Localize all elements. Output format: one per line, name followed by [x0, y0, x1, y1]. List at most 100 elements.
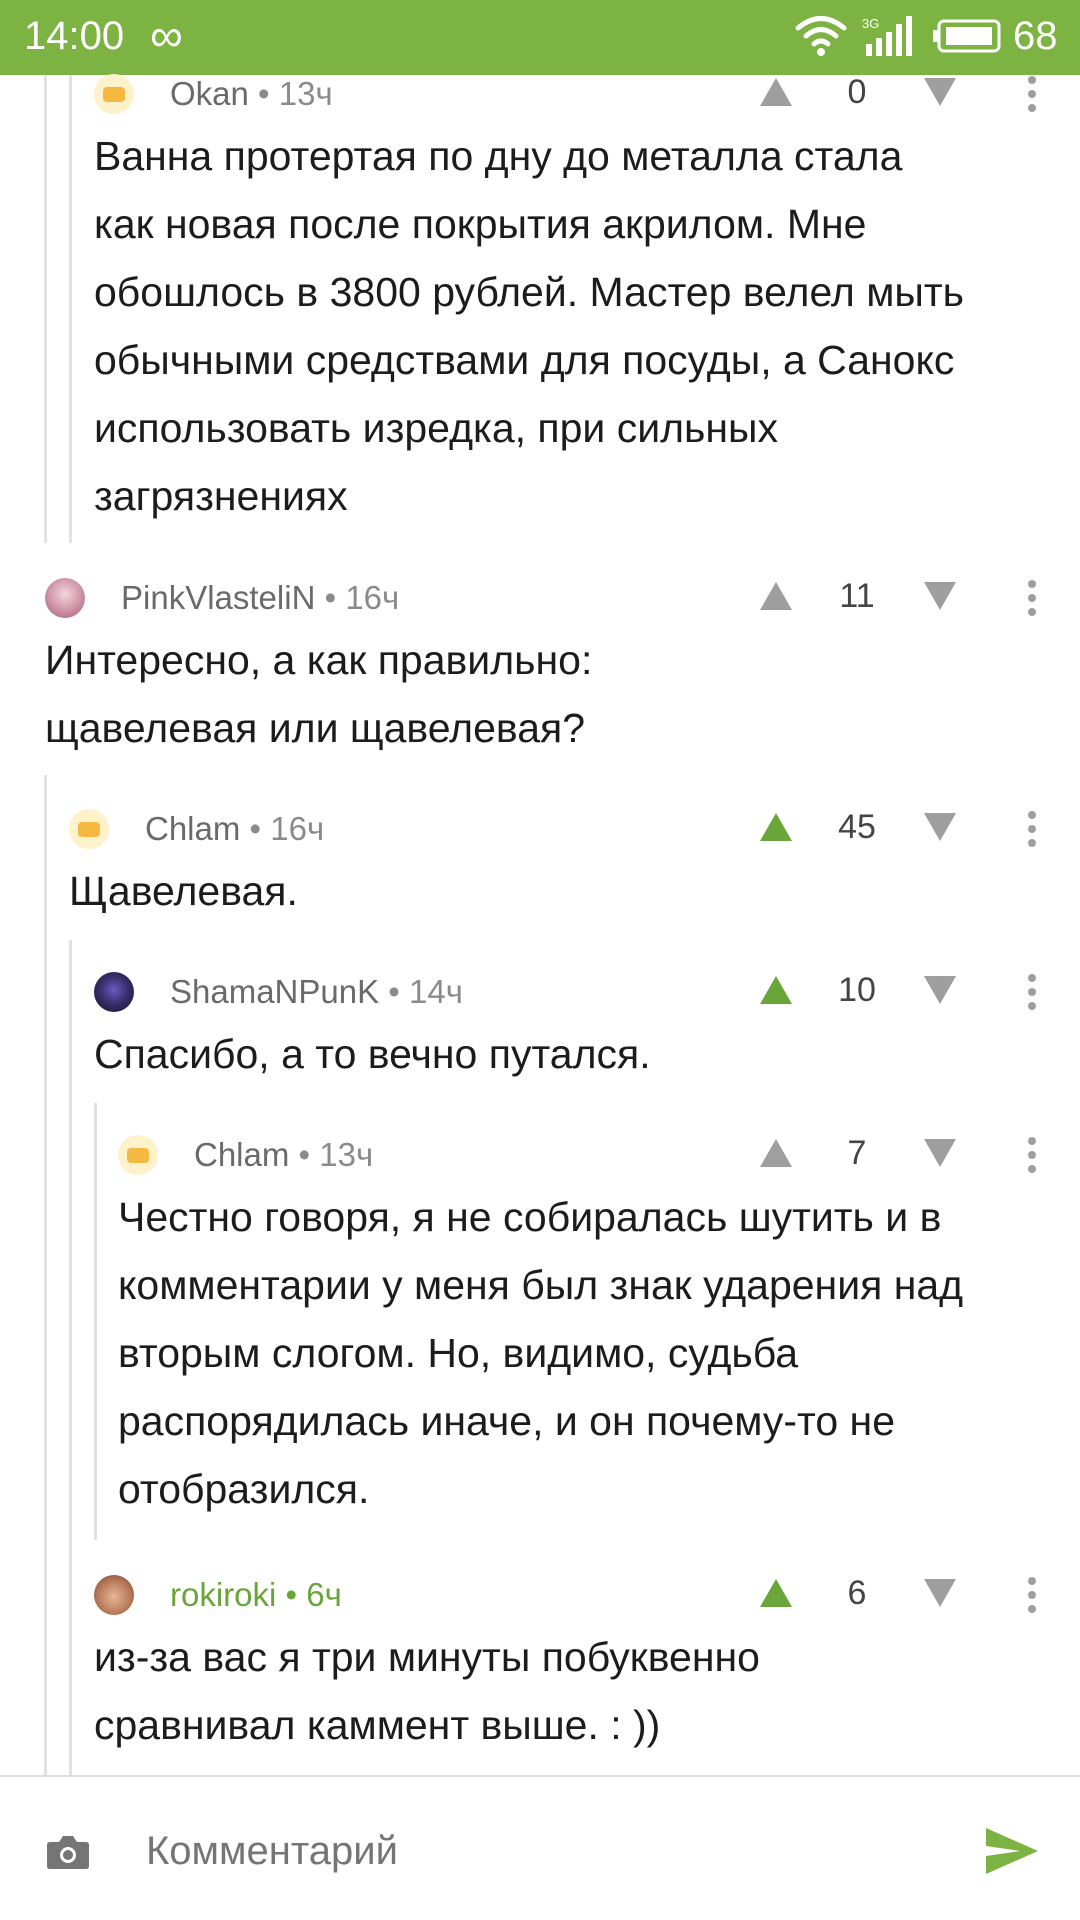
signal-icon: 3G [862, 16, 912, 56]
comment-line: загрязнениях [94, 473, 348, 519]
comment-time: 13ч [319, 1136, 374, 1173]
battery-percent: 68 [1013, 14, 1058, 58]
comment-line: из-за вас я три минуты побуквенно [94, 1634, 760, 1680]
comment-meta: rokiroki • 6ч [170, 1576, 342, 1614]
downvote-icon[interactable] [922, 580, 958, 612]
comment-header: Okan • 13ч 0 [94, 62, 1080, 122]
comment-line: обычными средствами для посуды, а Санокс [94, 337, 955, 383]
comment-header: Chlam • 16ч 45 [69, 797, 1080, 857]
comment: rokiroki • 6ч 6 из-за вас я три минуты п… [94, 1563, 1080, 1763]
author-name[interactable]: rokiroki [170, 1576, 276, 1613]
thread-line [94, 1103, 97, 1540]
meta-separator: • [289, 1136, 320, 1173]
comment: Okan • 13ч 0 Ванна протертая по дну до м… [94, 62, 1080, 532]
network-type-label: 3G [862, 16, 879, 31]
meta-separator: • [248, 75, 279, 112]
vote-count: 6 [847, 1574, 867, 1612]
comment-text: Ванна протертая по дну до металла стала … [94, 122, 964, 530]
downvote-icon[interactable] [922, 1137, 958, 1169]
avatar[interactable] [69, 809, 109, 849]
comment: ShamaNPunK • 14ч 10 Спасибо, а то вечно … [94, 960, 1080, 1100]
upvote-icon[interactable] [758, 811, 794, 843]
comment: Chlam • 13ч 7 Честно говоря, я не собира… [118, 1123, 1080, 1543]
upvote-icon[interactable] [758, 1137, 794, 1169]
comment: Chlam • 16ч 45 Щавелевая. [69, 797, 1080, 937]
comment-line: Честно говоря, я не собиралась шутить и … [118, 1194, 942, 1240]
avatar[interactable] [94, 972, 134, 1012]
comment-line: Интересно, а как правильно: [45, 637, 593, 683]
wifi-icon [795, 16, 847, 56]
comment-header: rokiroki • 6ч 6 [94, 1563, 1080, 1623]
avatar[interactable] [118, 1135, 158, 1175]
comment-line: щавелевая или щавелевая? [45, 705, 586, 751]
comment-line: как новая после покрытия акрилом. Мне [94, 201, 867, 247]
comment-meta: Chlam • 13ч [194, 1136, 373, 1174]
vote-count: 11 [839, 577, 875, 615]
thread-line [69, 75, 72, 543]
comment-line: Щавелевая. [69, 868, 298, 914]
author-name[interactable]: Chlam [194, 1136, 289, 1173]
comment-meta: ShamaNPunK • 14ч [170, 973, 463, 1011]
vote-count: 10 [838, 971, 876, 1009]
comment-line: комментарии у меня был знак ударения над [118, 1262, 964, 1308]
upvote-icon[interactable] [758, 1577, 794, 1609]
comment-line: сравнивал каммент выше. : )) [94, 1702, 661, 1748]
comment-meta: Okan • 13ч [170, 75, 333, 113]
comment: PinkVlasteliN • 16ч 11 Интересно, а как … [45, 566, 1080, 756]
author-name[interactable]: PinkVlasteliN [121, 579, 315, 616]
camera-icon[interactable] [46, 1834, 90, 1870]
comment-header: PinkVlasteliN • 16ч 11 [45, 566, 1080, 626]
meta-separator: • [315, 579, 346, 616]
comment-time: 6ч [306, 1576, 342, 1613]
more-options-icon[interactable] [1026, 1137, 1038, 1173]
battery-icon [933, 19, 1001, 53]
downvote-icon[interactable] [922, 76, 958, 108]
comment-header: ShamaNPunK • 14ч 10 [94, 960, 1080, 1020]
author-name[interactable]: Chlam [145, 810, 240, 847]
vote-count: 45 [838, 808, 876, 846]
comment-line: Спасибо, а то вечно путался. [94, 1031, 651, 1077]
comment-input-bar [0, 1775, 1080, 1920]
meta-separator: • [240, 810, 271, 847]
infinity-icon: ∞ [150, 9, 183, 61]
comment-time: 16ч [270, 810, 325, 847]
comment-line: отобразился. [118, 1466, 370, 1512]
comment-input[interactable] [146, 1829, 846, 1874]
meta-separator: • [379, 973, 410, 1010]
downvote-icon[interactable] [922, 811, 958, 843]
comment-line: использовать изредка, при сильных [94, 405, 779, 451]
upvote-icon[interactable] [758, 76, 794, 108]
comment-text: Щавелевая. [69, 857, 298, 925]
comment-text: Спасибо, а то вечно путался. [94, 1020, 651, 1088]
downvote-icon[interactable] [922, 974, 958, 1006]
comment-header: Chlam • 13ч 7 [118, 1123, 1080, 1183]
comment-line: Ванна протертая по дну до металла стала [94, 133, 903, 179]
more-options-icon[interactable] [1026, 1577, 1038, 1613]
avatar[interactable] [94, 74, 134, 114]
more-options-icon[interactable] [1026, 76, 1038, 112]
more-options-icon[interactable] [1026, 580, 1038, 616]
meta-separator: • [276, 1576, 307, 1613]
comment-line: обошлось в 3800 рублей. Мастер велел мыт… [94, 269, 965, 315]
comment-time: 13ч [278, 75, 333, 112]
author-name[interactable]: ShamaNPunK [170, 973, 379, 1010]
comment-time: 14ч [409, 973, 463, 1010]
upvote-icon[interactable] [758, 580, 794, 612]
send-icon[interactable] [984, 1826, 1040, 1876]
avatar[interactable] [45, 578, 85, 618]
comment-line: вторым слогом. Но, видимо, судьба [118, 1330, 799, 1376]
comment-text: из-за вас я три минуты побуквенно сравни… [94, 1623, 760, 1759]
thread-line [44, 75, 47, 543]
author-name[interactable]: Okan [170, 75, 249, 112]
avatar[interactable] [94, 1575, 134, 1615]
vote-count: 0 [847, 73, 867, 111]
status-time: 14:00 [24, 14, 125, 58]
more-options-icon[interactable] [1026, 811, 1038, 847]
more-options-icon[interactable] [1026, 974, 1038, 1010]
comment-text: Интересно, а как правильно: щавелевая ил… [45, 626, 592, 762]
downvote-icon[interactable] [922, 1577, 958, 1609]
upvote-icon[interactable] [758, 974, 794, 1006]
comment-meta: PinkVlasteliN • 16ч [121, 579, 399, 617]
comment-text: Честно говоря, я не собиралась шутить и … [118, 1183, 963, 1523]
comment-meta: Chlam • 16ч [145, 810, 324, 848]
